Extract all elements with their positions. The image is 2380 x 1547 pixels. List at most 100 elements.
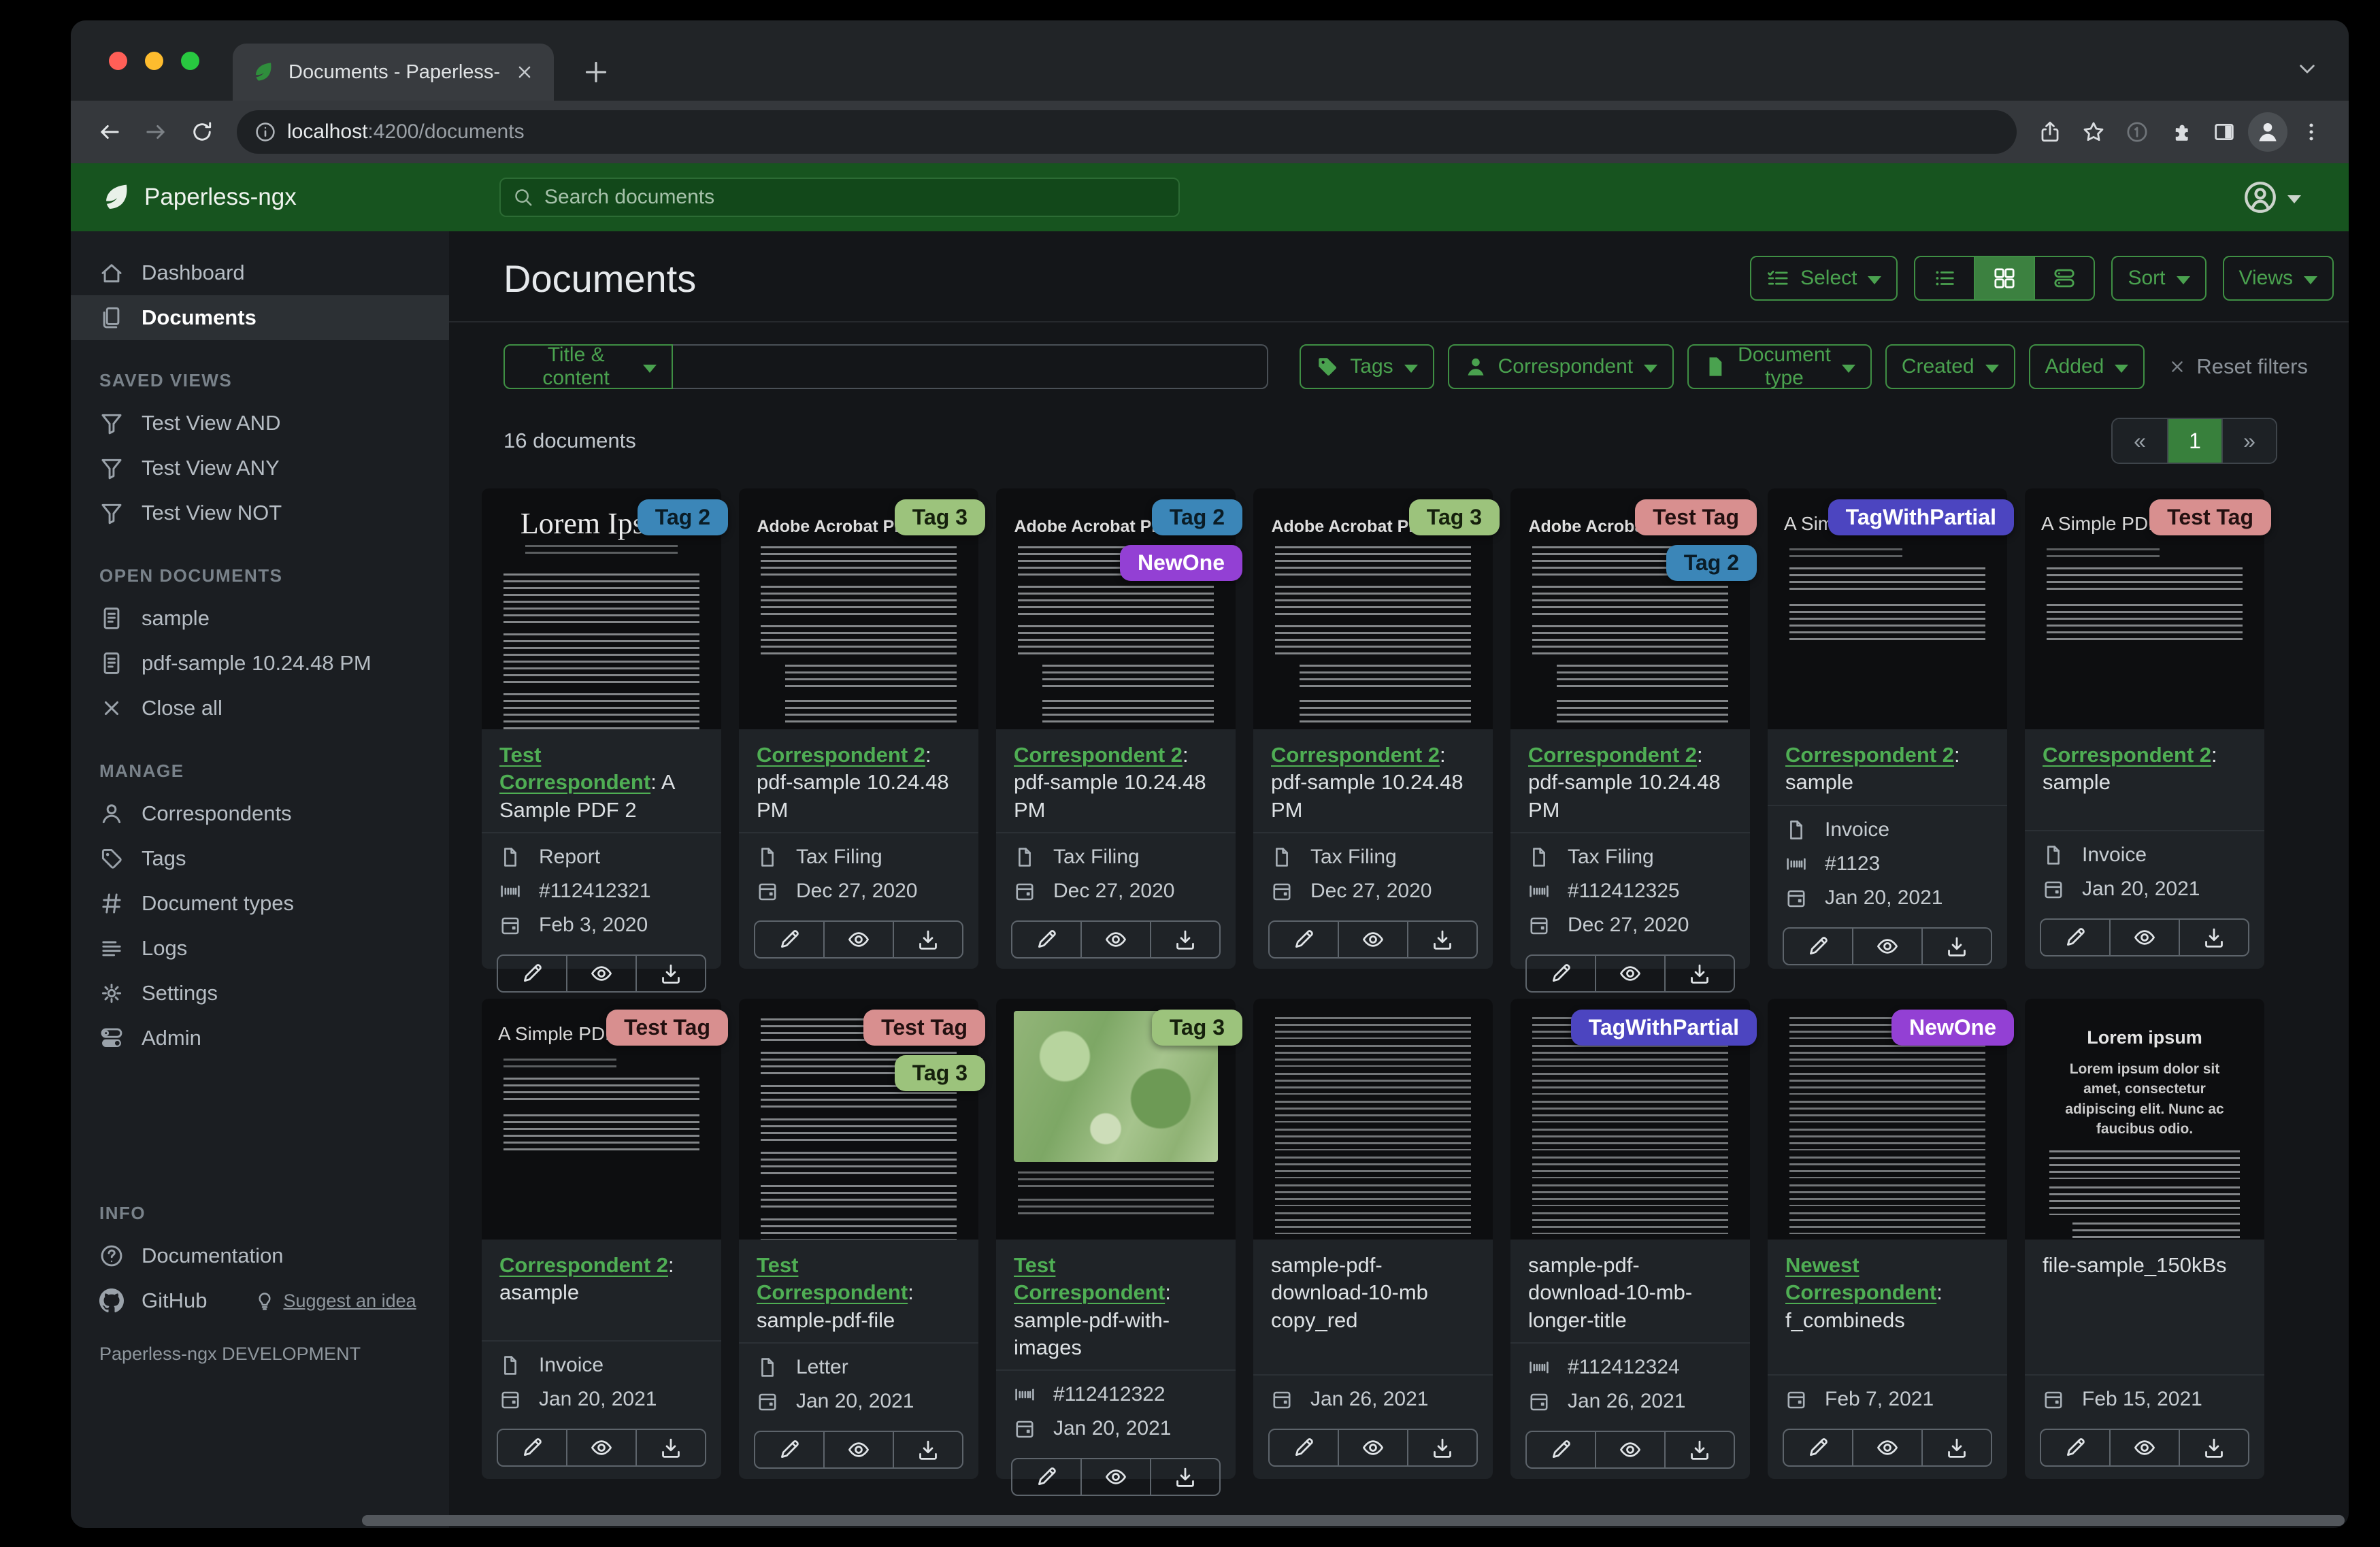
view-button[interactable] <box>1338 920 1408 959</box>
filter-document-type-button[interactable]: Document type <box>1687 344 1872 389</box>
filter-field-selector[interactable]: Title & content <box>503 344 674 389</box>
tab-search-chevron-icon[interactable] <box>2296 57 2319 80</box>
browser-tab[interactable]: Documents - Paperless-ngx <box>233 44 554 101</box>
user-menu[interactable] <box>2243 180 2301 215</box>
tag-badge[interactable]: Tag 2 <box>1666 545 1757 581</box>
filter-added-button[interactable]: Added <box>2028 344 2145 389</box>
view-mode-list-button[interactable] <box>1914 256 1976 301</box>
view-button[interactable] <box>1080 1458 1151 1497</box>
edit-button[interactable] <box>1011 1458 1082 1497</box>
edit-button[interactable] <box>754 920 825 959</box>
side-panel-icon[interactable] <box>2204 112 2244 152</box>
sidebar-item-tags[interactable]: Tags <box>71 836 449 881</box>
edit-button[interactable] <box>2040 1429 2111 1467</box>
view-button[interactable] <box>823 1430 894 1469</box>
tag-badge[interactable]: TagWithPartial <box>1570 1010 1757 1046</box>
download-button[interactable] <box>1407 920 1478 959</box>
search-input[interactable] <box>543 185 1166 210</box>
browser-menu-icon[interactable] <box>2292 112 2331 152</box>
download-button[interactable] <box>1921 1429 1992 1467</box>
sidebar-item-settings[interactable]: Settings <box>71 971 449 1016</box>
correspondent-link[interactable]: Correspondent 2 <box>757 743 925 767</box>
tag-badge[interactable]: NewOne <box>1891 1010 2014 1046</box>
select-button[interactable]: Select <box>1750 256 1898 301</box>
sidebar-item-github[interactable]: GitHub Suggest an idea <box>71 1278 449 1323</box>
download-button[interactable] <box>2179 918 2249 957</box>
edit-button[interactable] <box>1268 920 1339 959</box>
tag-badge[interactable]: Test Tag <box>1635 499 1757 535</box>
pagination-prev-button[interactable]: « <box>2113 419 2167 463</box>
tab-close-icon[interactable] <box>514 62 535 82</box>
correspondent-link[interactable]: Newest Correspondent <box>1785 1253 1936 1304</box>
tag-badge[interactable]: Test Tag <box>2149 499 2271 535</box>
sidebar-item-documents[interactable]: Documents <box>71 295 449 340</box>
download-button[interactable] <box>1407 1429 1478 1467</box>
view-button[interactable] <box>2109 1429 2180 1467</box>
download-button[interactable] <box>1150 1458 1221 1497</box>
view-button[interactable] <box>1852 927 1923 965</box>
filter-text-input[interactable] <box>673 344 1269 389</box>
correspondent-link[interactable]: Correspondent 2 <box>499 1253 668 1277</box>
window-zoom-button[interactable] <box>181 52 199 70</box>
filter-tags-button[interactable]: Tags <box>1300 344 1434 389</box>
extensions-puzzle-icon[interactable] <box>2161 112 2200 152</box>
edit-button[interactable] <box>1011 920 1082 959</box>
sidebar-item-document-types[interactable]: Document types <box>71 881 449 926</box>
address-bar[interactable]: localhost:4200/documents <box>237 110 2017 154</box>
view-button[interactable] <box>823 920 894 959</box>
views-button[interactable]: Views <box>2222 256 2334 301</box>
filter-created-button[interactable]: Created <box>1885 344 2015 389</box>
pagination-page-1[interactable]: 1 <box>2167 419 2221 463</box>
view-button[interactable] <box>1080 920 1151 959</box>
view-button[interactable] <box>2109 918 2180 957</box>
correspondent-link[interactable]: Test Correspondent <box>499 743 650 794</box>
view-button[interactable] <box>1852 1429 1923 1467</box>
sidebar-item-test-view-not[interactable]: Test View NOT <box>71 490 449 535</box>
view-button[interactable] <box>566 1429 637 1467</box>
edit-button[interactable] <box>1268 1429 1339 1467</box>
sidebar-item-documentation[interactable]: Documentation <box>71 1233 449 1278</box>
correspondent-link[interactable]: Correspondent 2 <box>1785 743 1954 767</box>
tag-badge[interactable]: TagWithPartial <box>1828 499 2014 535</box>
pagination-next-button[interactable]: » <box>2221 419 2276 463</box>
edit-button[interactable] <box>1525 954 1596 993</box>
reload-button[interactable] <box>181 111 223 153</box>
filter-correspondent-button[interactable]: Correspondent <box>1447 344 1674 389</box>
sidebar-item-close-all[interactable]: Close all <box>71 686 449 731</box>
download-button[interactable] <box>2179 1429 2249 1467</box>
sidebar-item-correspondents[interactable]: Correspondents <box>71 791 449 836</box>
browser-profile-avatar[interactable] <box>2248 112 2287 152</box>
download-button[interactable] <box>893 920 963 959</box>
sidebar-item-sample[interactable]: sample <box>71 596 449 641</box>
sidebar-item-pdf-sample-10-24-48-pm[interactable]: pdf-sample 10.24.48 PM <box>71 641 449 686</box>
tag-badge[interactable]: Test Tag <box>863 1010 985 1046</box>
download-button[interactable] <box>1150 920 1221 959</box>
new-tab-button[interactable] <box>582 59 610 86</box>
suggest-idea-link[interactable]: Suggest an idea <box>254 1291 416 1312</box>
forward-button[interactable] <box>135 111 177 153</box>
tag-badge[interactable]: Tag 2 <box>637 499 728 535</box>
tag-badge[interactable]: Tag 3 <box>1151 1010 1242 1046</box>
sidebar-item-test-view-any[interactable]: Test View ANY <box>71 446 449 490</box>
document-thumbnail[interactable]: Lorem ipsum Lorem ipsum dolor sit amet, c… <box>2025 999 2264 1240</box>
view-mode-grid-button[interactable] <box>1974 256 2036 301</box>
correspondent-link[interactable]: Test Correspondent <box>1014 1253 1165 1304</box>
download-button[interactable] <box>635 954 706 993</box>
correspondent-link[interactable]: Correspondent 2 <box>1271 743 1440 767</box>
tag-badge[interactable]: Tag 3 <box>894 1055 985 1091</box>
edit-button[interactable] <box>2040 918 2111 957</box>
site-info-icon[interactable] <box>254 121 276 143</box>
share-icon[interactable] <box>2030 112 2070 152</box>
view-button[interactable] <box>1595 954 1666 993</box>
edit-button[interactable] <box>754 1430 825 1469</box>
download-button[interactable] <box>635 1429 706 1467</box>
view-mode-detail-button[interactable] <box>2034 256 2096 301</box>
correspondent-link[interactable]: Correspondent 2 <box>2043 743 2211 767</box>
tag-badge[interactable]: Tag 3 <box>1408 499 1500 535</box>
tag-badge[interactable]: Test Tag <box>606 1010 728 1046</box>
window-minimize-button[interactable] <box>145 52 163 70</box>
tag-badge[interactable]: NewOne <box>1119 545 1242 581</box>
sidebar-item-admin[interactable]: Admin <box>71 1016 449 1061</box>
edit-button[interactable] <box>1783 927 1853 965</box>
tag-badge[interactable]: Tag 3 <box>894 499 985 535</box>
